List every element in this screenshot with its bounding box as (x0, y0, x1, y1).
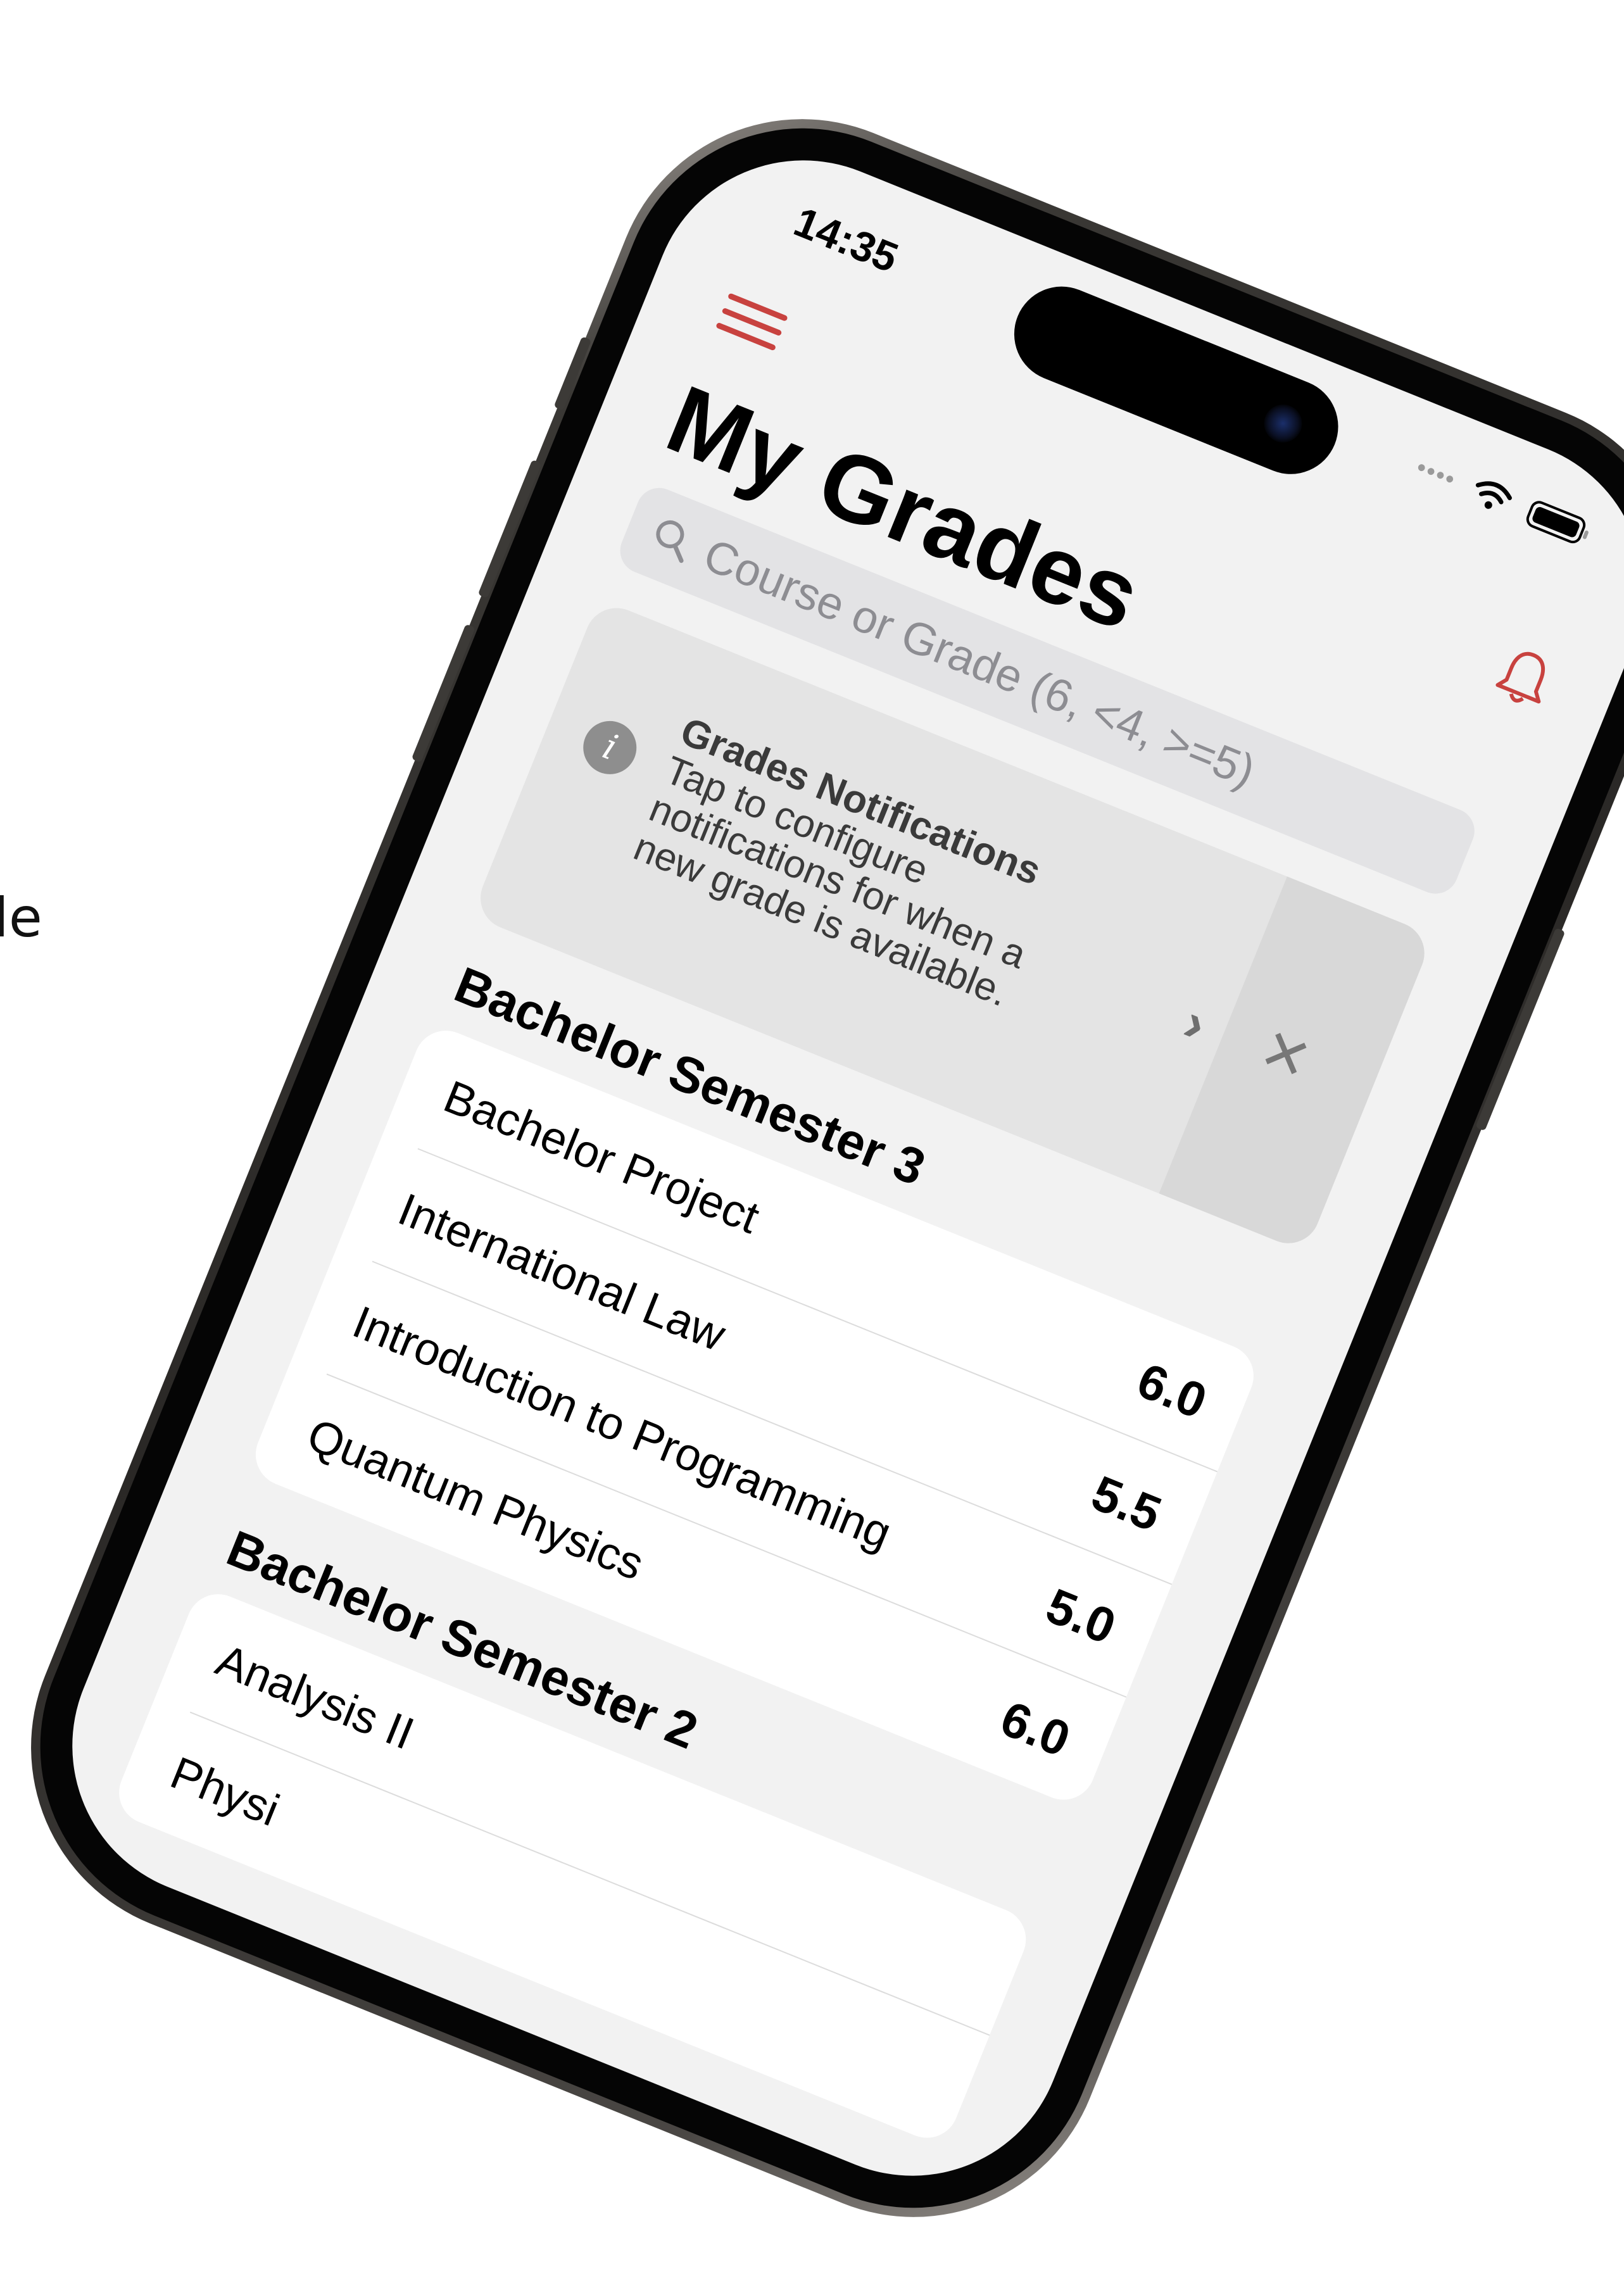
chevron-right-icon[interactable]: › (1175, 991, 1216, 1056)
signal-dots: •••• (1412, 453, 1461, 494)
course-grade: 6.0 (993, 1690, 1078, 1768)
info-icon: i (575, 713, 645, 783)
phone-device: 14:35 •••• My Grades Course or Grade (6,… (0, 61, 1624, 2275)
camera-lens (1258, 398, 1308, 448)
course-grade: 5.0 (1038, 1577, 1124, 1655)
bell-icon[interactable] (1486, 639, 1563, 719)
notice-text: Grades Notifications Tap to configure no… (628, 709, 1136, 1045)
hamburger-menu-icon[interactable] (710, 292, 788, 363)
course-grade: 6.0 (1130, 1352, 1214, 1430)
course-name: Physi (163, 1747, 286, 1837)
background-caption: le (0, 886, 42, 950)
course-grade: 5.5 (1084, 1464, 1169, 1542)
close-icon: × (1249, 1005, 1323, 1101)
dismiss-banner-button[interactable]: × (1159, 876, 1434, 1253)
search-icon (656, 520, 684, 563)
status-icons: •••• (1412, 452, 1589, 547)
battery-icon (1523, 498, 1589, 546)
status-time: 14:35 (788, 198, 905, 282)
wifi-icon (1475, 481, 1512, 509)
